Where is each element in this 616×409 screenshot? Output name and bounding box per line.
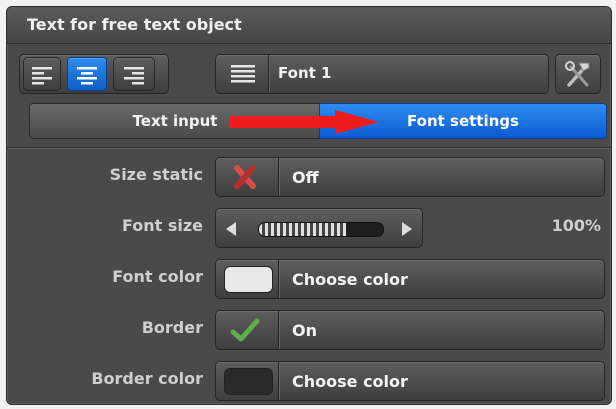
align-left-icon <box>32 67 52 85</box>
size-static-separator <box>278 158 279 196</box>
hammer-wrench-icon <box>565 61 590 87</box>
border-color-value: Choose color <box>292 372 408 391</box>
font-color-separator <box>278 260 279 298</box>
border-separator <box>278 311 279 349</box>
border-color-button[interactable]: Choose color <box>215 361 605 401</box>
tool-button[interactable] <box>555 54 601 94</box>
font-button-separator <box>268 55 269 93</box>
decrease-arrow-icon[interactable] <box>226 222 236 236</box>
green-check-icon <box>230 318 260 342</box>
font-size-track[interactable] <box>258 222 384 237</box>
font-color-swatch <box>224 266 273 293</box>
border-label: Border <box>141 318 203 337</box>
border-toggle[interactable]: On <box>215 310 605 350</box>
panel-title: Text for free text object <box>27 15 242 34</box>
red-arrow-annotation <box>229 110 379 134</box>
align-center-button[interactable] <box>67 57 107 91</box>
font-color-value: Choose color <box>292 270 408 289</box>
font-size-value: 100% <box>551 216 601 235</box>
font-color-label: Font color <box>112 267 203 286</box>
list-icon <box>231 65 255 83</box>
font-color-button[interactable]: Choose color <box>215 259 605 299</box>
text-object-panel: Text for free text object Font 1 Text in… <box>6 6 612 405</box>
settings-tabs: Text input Font settings <box>29 103 607 139</box>
font-size-label: Font size <box>121 216 203 235</box>
size-static-label: Size static <box>109 165 203 184</box>
align-right-icon <box>124 67 144 85</box>
font-size-fill <box>259 223 346 236</box>
align-left-button[interactable] <box>23 57 61 91</box>
size-static-value: Off <box>292 168 319 187</box>
border-value: On <box>292 321 317 340</box>
align-right-button[interactable] <box>113 57 155 91</box>
size-static-toggle[interactable]: Off <box>215 157 605 197</box>
red-x-icon <box>234 165 256 189</box>
title-bar: Text for free text object <box>7 7 611 44</box>
font-size-slider[interactable] <box>215 208 423 248</box>
align-center-icon <box>77 67 97 85</box>
font-select-button[interactable]: Font 1 <box>215 54 549 94</box>
increase-arrow-icon[interactable] <box>402 222 412 236</box>
section-divider <box>7 147 611 148</box>
border-color-separator <box>278 362 279 400</box>
font-button-label: Font 1 <box>278 64 332 82</box>
border-color-label: Border color <box>91 369 203 388</box>
border-color-swatch <box>224 368 273 395</box>
